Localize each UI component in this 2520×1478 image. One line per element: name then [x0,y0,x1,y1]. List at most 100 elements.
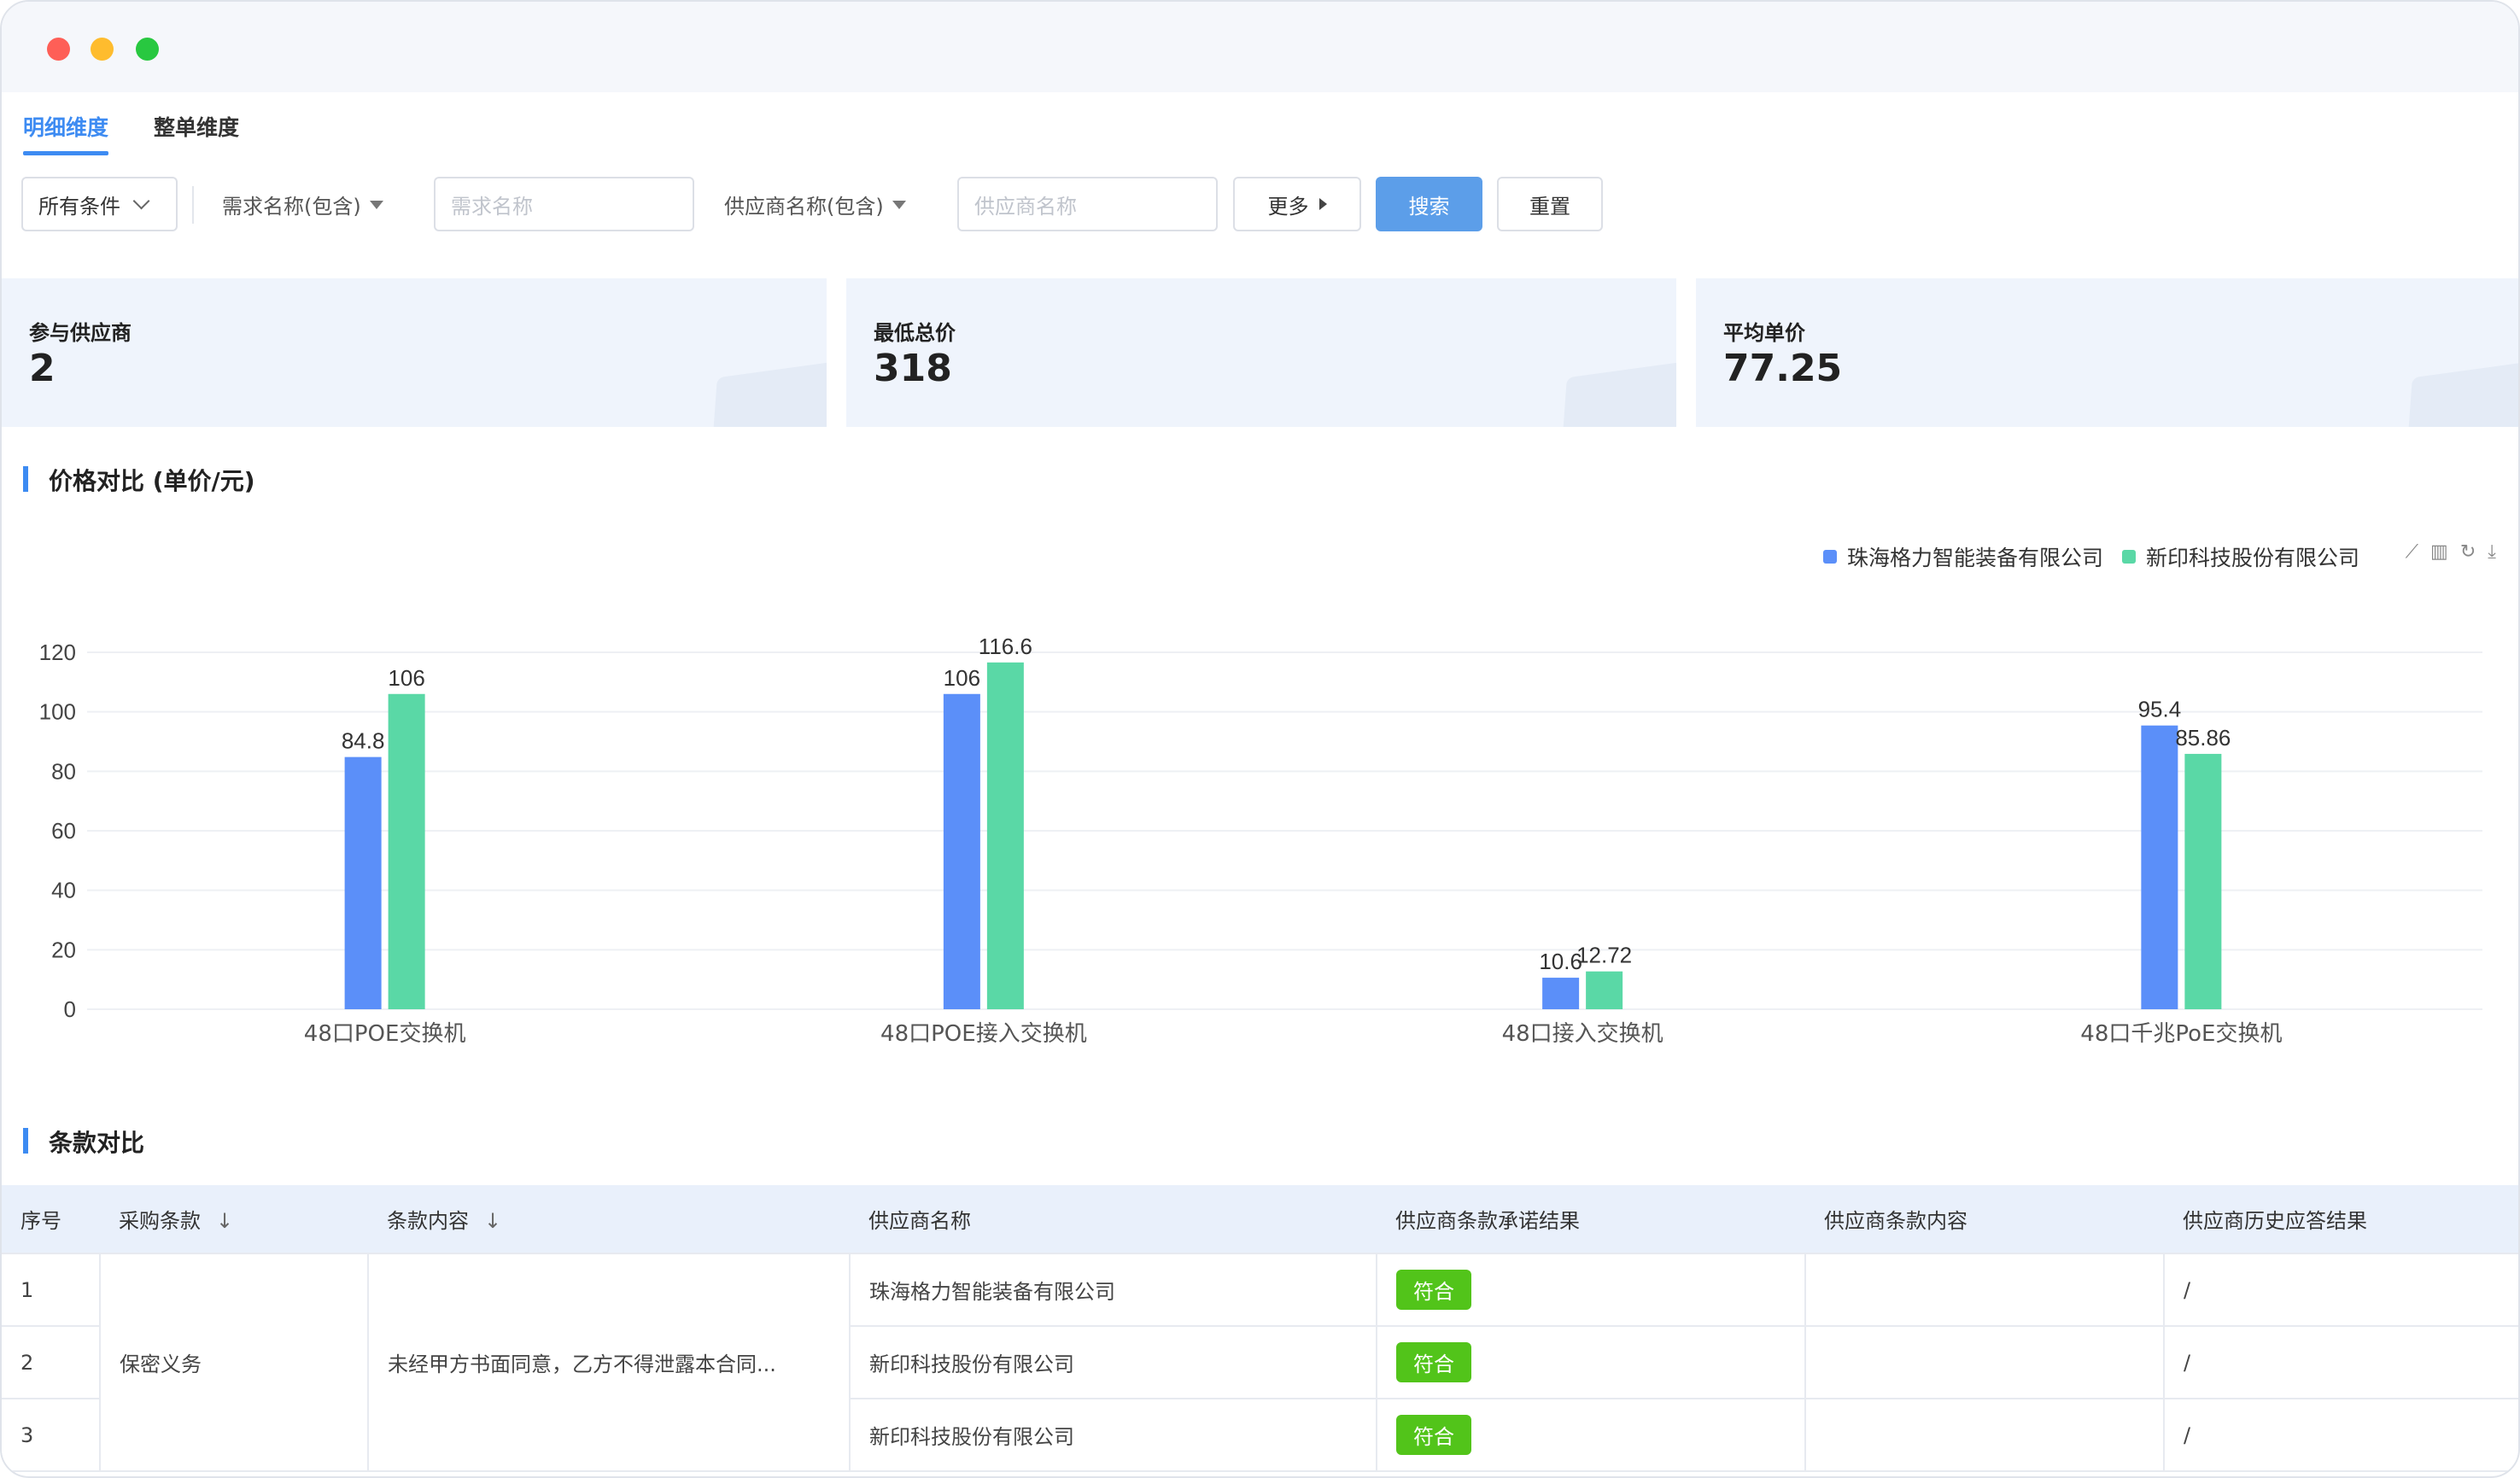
cell-history: / [2163,1253,2518,1327]
y-tick-label: 120 [39,640,76,665]
caret-down-icon [892,200,906,209]
cell-index: 2 [2,1325,101,1399]
legend-item-series1[interactable]: 珠海格力智能装备有限公司 [1822,541,2103,572]
col-purchase-clause[interactable]: 采购条款 ↓ [100,1185,368,1253]
supplier-name-input[interactable]: 供应商名称 [957,177,1218,231]
supplier-name-label: 供应商名称(包含) [724,195,884,219]
bar-chart-icon[interactable]: ▥ [2430,541,2448,563]
cell-result: 符合 [1376,1398,1806,1472]
stat-value: 2 [29,347,56,390]
data-label: 85.86 [2175,725,2231,751]
data-label: 116.6 [979,634,1032,659]
more-button[interactable]: 更多 [1233,177,1361,231]
caret-right-icon [1318,198,1327,210]
terms-section-title: 条款对比 [23,1125,144,1159]
table-row: 1 保密义务 未经甲方书面同意，乙方不得泄露本合同... 珠海格力智能装备有限公… [2,1253,2518,1472]
chart-canvas: 0 20 40 60 80 100 120 84.8 106 48口POE交换机 106 116.6 4… [39,634,2482,1047]
x-tick-label: 48口接入交换机 [1502,1021,1663,1047]
x-tick-label: 48口POE接入交换机 [880,1021,1087,1047]
data-label: 106 [944,665,980,691]
cell-content [1804,1253,2165,1327]
card-decoration [2406,357,2518,427]
cell-supplier: 新印科技股份有限公司 [849,1398,1377,1472]
y-tick-label: 40 [51,878,76,903]
bar-2 [1586,971,1623,1009]
cell-supplier: 新印科技股份有限公司 [849,1325,1377,1399]
filter-divider [192,186,194,224]
line-chart-icon[interactable]: ⟋ [2406,541,2418,563]
status-badge: 符合 [1396,1270,1471,1310]
col-label: 采购条款 [119,1209,201,1233]
legend-swatch [2121,550,2136,564]
more-label: 更多 [1267,194,1309,219]
bar-2 [388,693,425,1009]
bar-1 [2141,725,2178,1009]
sort-arrow-icon[interactable]: ↓ [484,1209,501,1233]
stat-label: 参与供应商 [29,321,132,345]
price-section-title: 价格对比 (单价/元) [23,463,255,497]
legend-item-series2[interactable]: 新印科技股份有限公司 [2121,541,2359,572]
caret-down-icon [369,200,383,209]
price-chart: 珠海格力智能装备有限公司 新印科技股份有限公司 ⟋ ▥ ↻ ⤓ 0 20 40 60 8… [2,523,2518,1095]
close-window-button[interactable] [47,38,70,61]
chart-toolbox: ⟋ ▥ ↻ ⤓ [2406,541,2496,563]
cell-content [1804,1325,2165,1399]
supplier-name-placeholder: 供应商名称 [974,194,1077,219]
demand-name-input[interactable]: 需求名称 [434,177,694,231]
reset-button[interactable]: 重置 [1497,177,1603,231]
col-clause-content[interactable]: 条款内容 ↓ [368,1185,850,1253]
bar-2 [986,662,1024,1009]
tab-detail[interactable]: 明细维度 [23,111,109,155]
demand-name-field-select[interactable]: 需求名称(包含) [222,190,383,219]
supplier-name-field-select[interactable]: 供应商名称(包含) [724,190,906,219]
bar-1 [943,693,980,1009]
y-tick-label: 0 [64,996,76,1022]
stat-card-lowest-total: 最低总价 318 [846,278,1676,427]
cell-history: / [2163,1325,2518,1399]
minimize-window-button[interactable] [91,38,114,61]
chart-legend: 珠海格力智能装备有限公司 新印科技股份有限公司 [1804,541,2359,572]
cell-clause-content: 未经甲方书面同意，乙方不得泄露本合同... [367,1253,851,1472]
table-header-row: 序号 采购条款 ↓ 条款内容 ↓ 供应商名称 供应商条款承诺结果 供应商条款内容 供… [2,1185,2518,1253]
col-history-result: 供应商历史应答结果 [2164,1185,2518,1253]
bar-2 [2184,753,2222,1009]
chevron-down-icon [132,192,150,210]
stat-value: 77.25 [1723,347,1843,390]
title-bar [2,2,2518,92]
stat-label: 平均单价 [1723,321,1805,345]
cell-clause: 保密义务 [99,1253,369,1472]
restore-icon[interactable]: ↻ [2460,541,2476,563]
all-conditions-label: 所有条件 [38,194,120,219]
data-label: 106 [388,665,424,691]
stat-card-average-price: 平均单价 77.25 [1696,278,2518,427]
legend-swatch [1822,550,1837,564]
cell-supplier: 珠海格力智能装备有限公司 [849,1253,1377,1327]
terms-table: 序号 采购条款 ↓ 条款内容 ↓ 供应商名称 供应商条款承诺结果 供应商条款内容 供… [2,1185,2518,1472]
all-conditions-select[interactable]: 所有条件 [21,177,178,231]
stat-value: 318 [874,347,952,390]
data-label: 95.4 [2138,697,2182,722]
x-tick-label: 48口千兆PoE交换机 [2080,1021,2282,1047]
sort-arrow-icon[interactable]: ↓ [216,1209,233,1233]
demand-name-placeholder: 需求名称 [451,194,533,219]
cell-index: 3 [2,1398,101,1472]
col-supplier-name: 供应商名称 [850,1185,1377,1253]
download-icon[interactable]: ⤓ [2488,541,2496,563]
tab-whole-order[interactable]: 整单维度 [154,111,239,155]
col-supplier-content: 供应商条款内容 [1805,1185,2164,1253]
maximize-window-button[interactable] [136,38,159,61]
col-label: 条款内容 [387,1209,469,1233]
view-tabs: 明细维度 整单维度 [2,92,2518,161]
cell-result: 符合 [1376,1253,1806,1327]
stat-label: 最低总价 [874,321,956,345]
search-button[interactable]: 搜索 [1376,177,1482,231]
cell-index: 1 [2,1253,101,1327]
y-tick-label: 60 [51,818,76,844]
cell-result: 符合 [1376,1325,1806,1399]
cell-history: / [2163,1398,2518,1472]
demand-name-label: 需求名称(包含) [222,195,361,219]
status-badge: 符合 [1396,1415,1471,1455]
status-badge: 符合 [1396,1342,1471,1382]
bar-1 [1542,978,1580,1009]
data-label: 12.72 [1576,943,1632,968]
